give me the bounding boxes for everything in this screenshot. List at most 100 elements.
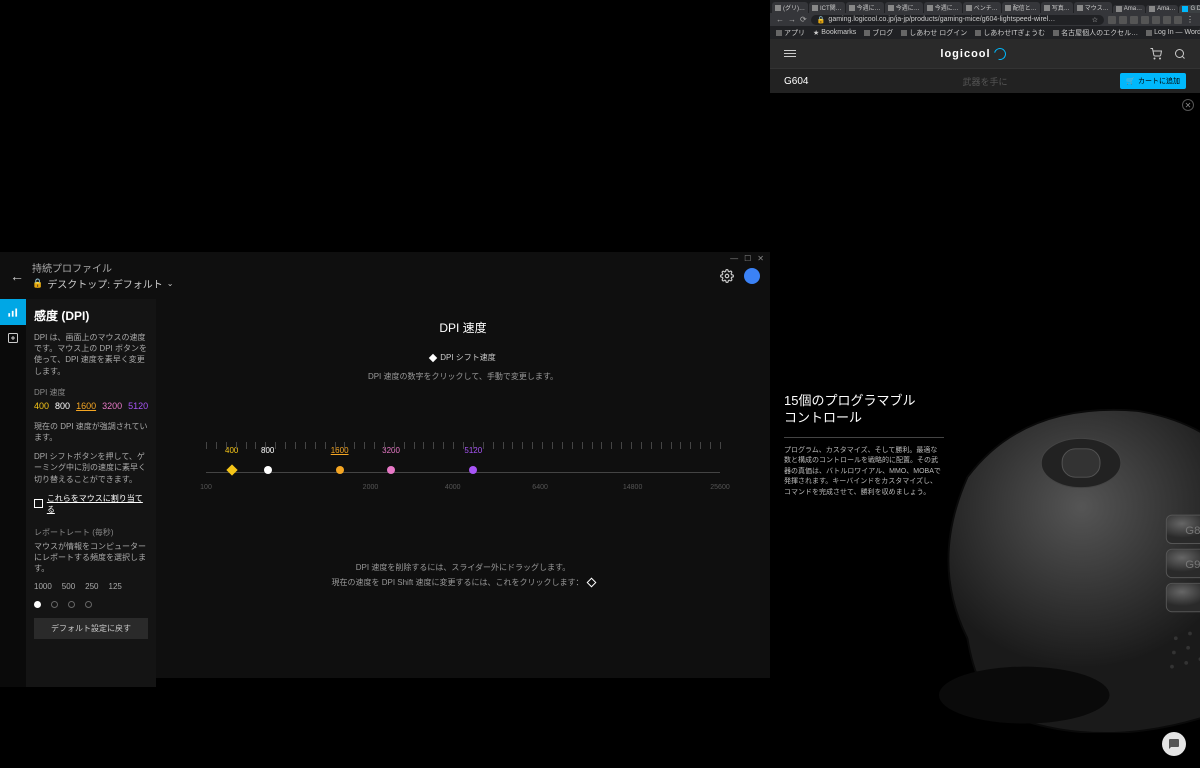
slider-tick: [680, 442, 681, 449]
tick-100: 100: [200, 484, 212, 491]
dpi-value-3[interactable]: 3200: [102, 401, 122, 411]
slider-tick: [532, 442, 533, 449]
bookmark-item[interactable]: Log In — WordPres…: [1146, 29, 1200, 36]
browser-tab-active[interactable]: G D…×: [1179, 5, 1200, 13]
slider-tick: [335, 442, 336, 449]
apps-shortcut[interactable]: アプリ: [776, 28, 805, 38]
chevron-down-icon: ⌄: [167, 279, 174, 288]
extension-icon[interactable]: [1130, 16, 1138, 24]
window-controls: — ☐ ✕: [724, 252, 770, 265]
product-page-content: ✕ 15個のプログラマブル コントロール プログラム、カスタマイズ、そして勝利。…: [770, 93, 1200, 768]
browser-tab[interactable]: 写真…: [1041, 2, 1073, 13]
slider-tick: [265, 442, 266, 449]
tick-6400: 6400: [532, 484, 548, 491]
assignments-tab[interactable]: [0, 325, 26, 351]
profile-avatar[interactable]: [744, 268, 760, 284]
slider-tick: [374, 442, 375, 449]
report-radio-500[interactable]: [51, 601, 58, 608]
slider-tick: [582, 442, 583, 449]
dpi-value-1[interactable]: 800: [55, 401, 70, 411]
extension-icon[interactable]: [1141, 16, 1149, 24]
slider-tick: [216, 442, 217, 449]
desktop-profile-dropdown[interactable]: 🔒 デスクトップ: デフォルト ⌄: [32, 276, 173, 291]
slider-tick: [592, 442, 593, 449]
close-overlay-icon[interactable]: ✕: [1182, 99, 1194, 111]
dpi-marker-3200[interactable]: [387, 466, 395, 474]
diamond-outline-icon[interactable]: [586, 578, 596, 588]
report-radio-125[interactable]: [85, 601, 92, 608]
tick-14800: 14800: [623, 484, 642, 491]
browser-tab[interactable]: ベンチ…: [963, 2, 1001, 13]
tab-strip: (グリ)… ICT関… 今週に… 今週に… 今週に… ベンチ… 配信と… 写真……: [770, 0, 1200, 13]
browser-tab[interactable]: 今週に…: [846, 2, 884, 13]
slider-tick: [493, 442, 494, 449]
slider-tick: [690, 442, 691, 449]
report-radio-250[interactable]: [68, 601, 75, 608]
product-name: G604: [784, 76, 808, 87]
browser-tab[interactable]: ICT関…: [809, 2, 845, 13]
marker-label-1600[interactable]: 1600: [331, 446, 349, 455]
slider-tick: [700, 442, 701, 449]
slider-tick: [611, 442, 612, 449]
cart-icon[interactable]: [1150, 48, 1162, 60]
browser-tab[interactable]: マウス…: [1074, 2, 1112, 13]
slider-tick: [344, 442, 345, 449]
main-title: DPI 速度: [186, 319, 740, 336]
address-bar[interactable]: 🔒 gaming.logicool.co.jp/ja-jp/products/g…: [811, 15, 1104, 25]
chat-support-button[interactable]: [1162, 732, 1186, 756]
dpi-value-2[interactable]: 1600: [76, 401, 96, 411]
ghub-app-window: — ☐ ✕ ← 持続プロファイル 🔒 デスクトップ: デフォルト ⌄: [0, 252, 770, 678]
browser-tab[interactable]: 配信と…: [1002, 2, 1040, 13]
bookmark-item[interactable]: ★ Bookmarks: [813, 29, 856, 37]
nav-forward-icon[interactable]: →: [788, 15, 796, 24]
add-to-cart-button[interactable]: 🛒 カートに追加: [1120, 73, 1186, 89]
extension-icon[interactable]: [1119, 16, 1127, 24]
bookmark-item[interactable]: しあわせITぎょうむ: [975, 28, 1045, 38]
browser-tab[interactable]: 今週に…: [924, 2, 962, 13]
sensitivity-tab[interactable]: [0, 299, 26, 325]
bookmark-item[interactable]: 名古屋個人のエクセル…: [1053, 28, 1138, 38]
browser-tab[interactable]: 今週に…: [885, 2, 923, 13]
window-maximize[interactable]: ☐: [744, 254, 751, 263]
nav-reload-icon[interactable]: ⟳: [800, 15, 807, 24]
site-header: logicool: [770, 39, 1200, 69]
bookmark-item[interactable]: ブログ: [864, 28, 893, 38]
browser-menu-icon[interactable]: ⋮: [1186, 15, 1194, 24]
bookmark-item[interactable]: しあわせ ログイン: [901, 28, 967, 38]
marker-label-800[interactable]: 800: [261, 446, 274, 455]
report-radio-1000[interactable]: [34, 601, 41, 608]
dpi-slider[interactable]: 400 800 1600 3200 5120 100 2000 4000 640…: [206, 442, 720, 522]
extension-icon[interactable]: [1174, 16, 1182, 24]
extension-icon[interactable]: [1152, 16, 1160, 24]
star-icon[interactable]: ☆: [1092, 16, 1098, 24]
slider-tick: [453, 442, 454, 449]
logicool-logo[interactable]: logicool: [940, 48, 1005, 60]
slider-tick: [236, 442, 237, 449]
dpi-marker-800[interactable]: [264, 466, 272, 474]
dpi-value-4[interactable]: 5120: [128, 401, 148, 411]
dpi-marker-400[interactable]: [226, 464, 237, 475]
dpi-marker-1600[interactable]: [336, 466, 344, 474]
slider-tick: [275, 442, 276, 449]
assign-to-mouse-link[interactable]: これらをマウスに割り当てる: [34, 493, 148, 515]
nav-back-icon[interactable]: ←: [776, 15, 784, 24]
bookmarks-bar: アプリ ★ Bookmarks ブログ しあわせ ログイン しあわせITぎょうむ…: [770, 26, 1200, 39]
search-icon[interactable]: [1174, 48, 1186, 60]
gear-icon[interactable]: [720, 269, 734, 283]
browser-tab[interactable]: Ama…: [1146, 5, 1178, 13]
browser-tab[interactable]: Ama…: [1113, 5, 1145, 13]
window-minimize[interactable]: —: [730, 254, 738, 263]
window-close[interactable]: ✕: [757, 254, 764, 263]
back-arrow-icon[interactable]: ←: [10, 268, 24, 284]
extension-icon[interactable]: [1108, 16, 1116, 24]
extension-icon[interactable]: [1163, 16, 1171, 24]
dpi-value-0[interactable]: 400: [34, 401, 49, 411]
slider-tick: [325, 442, 326, 449]
slider-tick: [305, 442, 306, 449]
hamburger-icon[interactable]: [784, 50, 796, 57]
browser-tab[interactable]: (グリ)…: [772, 2, 808, 13]
dpi-marker-5120[interactable]: [469, 466, 477, 474]
slider-tick: [522, 442, 523, 449]
reset-defaults-button[interactable]: デフォルト設定に戻す: [34, 618, 148, 639]
slider-tick: [315, 442, 316, 449]
